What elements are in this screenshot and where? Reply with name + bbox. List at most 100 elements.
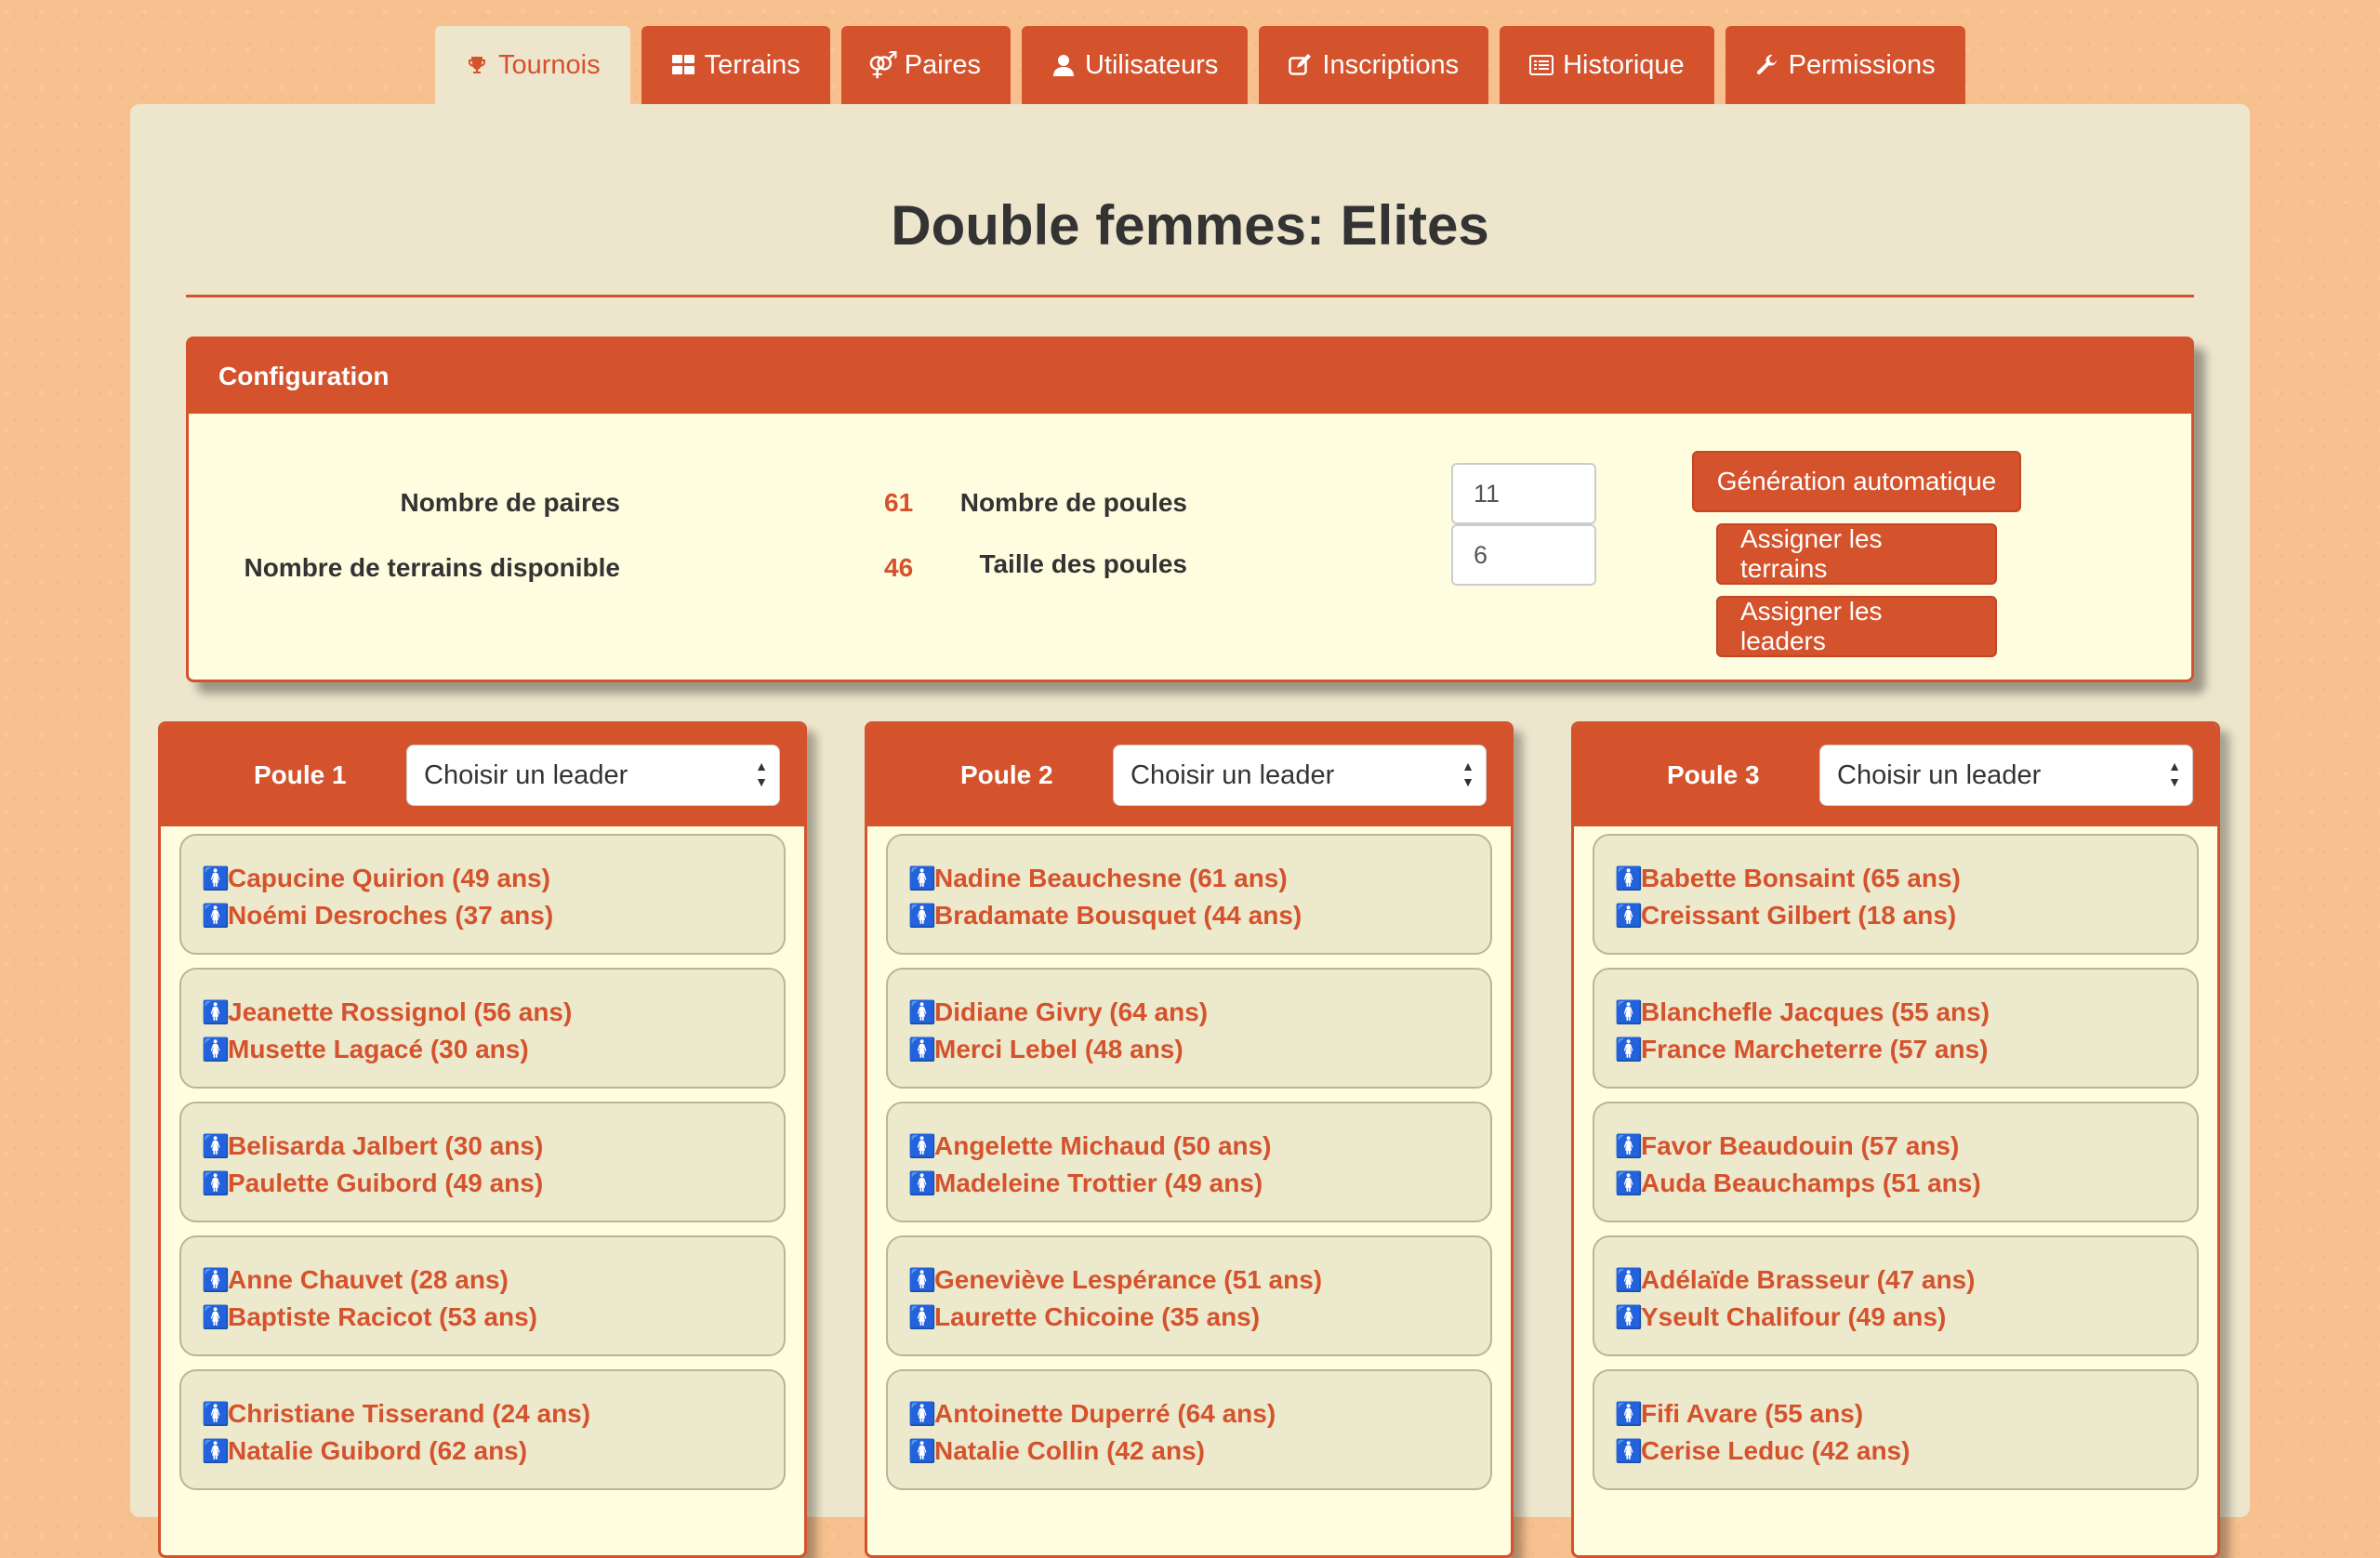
pool-size-label: Taille des poules (979, 549, 1187, 578)
player: 🚺 Belisarda Jalbert (30 ans) (202, 1128, 784, 1165)
player-name: Christiane Tisserand (24 ans) (228, 1399, 591, 1428)
female-icon: 🚺 (908, 865, 936, 891)
pool-header: Poule 2 Choisir un leader ▲ ▼ (867, 724, 1511, 826)
female-icon: 🚺 (908, 1036, 936, 1063)
tab-label: Permissions (1788, 49, 1936, 80)
player-name: Natalie Collin (42 ans) (934, 1436, 1205, 1465)
female-icon: 🚺 (1615, 1036, 1643, 1063)
player-name: Paulette Guibord (49 ans) (228, 1168, 544, 1197)
player-name: Musette Lagacé (30 ans) (228, 1035, 529, 1063)
leader-select[interactable]: Choisir un leader ▲ ▼ (406, 745, 780, 806)
player-name: Geneviève Lespérance (51 ans) (934, 1265, 1323, 1294)
pool-card: Poule 2 Choisir un leader ▲ ▼ 🚺 Nadine Bea… (865, 721, 1514, 1558)
player: 🚺 Anne Chauvet (28 ans) (202, 1261, 784, 1299)
tab-terrains[interactable]: Terrains (641, 26, 830, 104)
female-icon: 🚺 (908, 1438, 936, 1464)
pool-header: Poule 3 Choisir un leader ▲ ▼ (1574, 724, 2217, 826)
pool-card: Poule 1 Choisir un leader ▲ ▼ 🚺 Capucine Q… (158, 721, 807, 1558)
pair-card[interactable]: 🚺 Nadine Beauchesne (61 ans) 🚺 Bradamate B… (886, 834, 1492, 955)
leader-select[interactable]: Choisir un leader ▲ ▼ (1819, 745, 2193, 806)
pair-card[interactable]: 🚺 Jeanette Rossignol (56 ans) 🚺 Musette La… (179, 968, 786, 1089)
player-name: Jeanette Rossignol (56 ans) (228, 997, 573, 1026)
leader-select[interactable]: Choisir un leader ▲ ▼ (1113, 745, 1487, 806)
tab-tournois[interactable]: Tournois (435, 26, 630, 104)
assign-leaders-button[interactable]: Assigner les leaders (1716, 596, 1997, 657)
female-icon: 🚺 (1615, 1267, 1643, 1293)
female-icon: 🚺 (202, 865, 230, 891)
tab-historique[interactable]: Historique (1500, 26, 1714, 104)
pair-card[interactable]: 🚺 Didiane Givry (64 ans) 🚺 Merci Lebel (48… (886, 968, 1492, 1089)
pair-card[interactable]: 🚺 Adélaïde Brasseur (47 ans) 🚺 Yseult Chal… (1593, 1235, 2199, 1356)
pool-title: Poule 1 (254, 760, 347, 789)
player-name: Natalie Guibord (62 ans) (228, 1436, 528, 1465)
player-name: Antoinette Duperré (64 ans) (934, 1399, 1276, 1428)
player: 🚺 Capucine Quirion (49 ans) (202, 860, 784, 897)
pair-card[interactable]: 🚺 Antoinette Duperré (64 ans) 🚺 Natalie Co… (886, 1369, 1492, 1490)
leader-select-value: Choisir un leader (424, 759, 628, 790)
pools-count-input[interactable]: 11 (1451, 463, 1596, 524)
player-name: Babette Bonsaint (65 ans) (1641, 864, 1961, 892)
pair-card[interactable]: 🚺 Favor Beaudouin (57 ans) 🚺 Auda Beaucham… (1593, 1102, 2199, 1222)
female-icon: 🚺 (1615, 1401, 1643, 1427)
player: 🚺 Paulette Guibord (49 ans) (202, 1165, 784, 1202)
player: 🚺 Natalie Guibord (62 ans) (202, 1433, 784, 1470)
female-icon: 🚺 (908, 903, 936, 929)
pool-size-input[interactable]: 6 (1451, 524, 1596, 586)
player-name: Bradamate Bousquet (44 ans) (934, 901, 1302, 930)
female-icon: 🚺 (1615, 1304, 1643, 1330)
leader-select-value: Choisir un leader (1837, 759, 2042, 790)
player: 🚺 Antoinette Duperré (64 ans) (908, 1395, 1490, 1433)
player: 🚺 Laurette Chicoine (35 ans) (908, 1299, 1490, 1336)
player: 🚺 France Marcheterre (57 ans) (1615, 1031, 2197, 1068)
player-name: Capucine Quirion (49 ans) (228, 864, 550, 892)
pool-title: Poule 2 (960, 760, 1053, 789)
player: 🚺 Christiane Tisserand (24 ans) (202, 1395, 784, 1433)
female-icon: 🚺 (1615, 1133, 1643, 1159)
list-icon (1529, 53, 1554, 77)
title-divider (186, 295, 2194, 297)
player: 🚺 Yseult Chalifour (49 ans) (1615, 1299, 2197, 1336)
player: 🚺 Cerise Leduc (42 ans) (1615, 1433, 2197, 1470)
auto-generate-button[interactable]: Génération automatique (1692, 451, 2021, 512)
wrench-icon (1755, 53, 1779, 77)
pair-card[interactable]: 🚺 Fifi Avare (55 ans) 🚺 Cerise Leduc (42 a… (1593, 1369, 2199, 1490)
main-tabs: Tournois Terrains ⚤ Paires Utilisateurs … (435, 26, 1965, 104)
player: 🚺 Musette Lagacé (30 ans) (202, 1031, 784, 1068)
tab-label: Historique (1563, 49, 1685, 80)
player: 🚺 Babette Bonsaint (65 ans) (1615, 860, 2197, 897)
player-name: Auda Beauchamps (51 ans) (1641, 1168, 1981, 1197)
pair-card[interactable]: 🚺 Babette Bonsaint (65 ans) 🚺 Creissant Gi… (1593, 834, 2199, 955)
player: 🚺 Fifi Avare (55 ans) (1615, 1395, 2197, 1433)
player: 🚺 Creissant Gilbert (18 ans) (1615, 897, 2197, 934)
pair-card[interactable]: 🚺 Belisarda Jalbert (30 ans) 🚺 Paulette Gu… (179, 1102, 786, 1222)
tab-inscriptions[interactable]: Inscriptions (1259, 26, 1489, 104)
pair-card[interactable]: 🚺 Geneviève Lespérance (51 ans) 🚺 Laurette… (886, 1235, 1492, 1356)
assign-courts-button[interactable]: Assigner les terrains (1716, 523, 1997, 585)
page-title: Double femmes: Elites (891, 194, 1489, 257)
player: 🚺 Natalie Collin (42 ans) (908, 1433, 1490, 1470)
player: 🚺 Auda Beauchamps (51 ans) (1615, 1165, 2197, 1202)
female-icon: 🚺 (202, 1133, 230, 1159)
player-name: Yseult Chalifour (49 ans) (1641, 1302, 1947, 1331)
pair-card[interactable]: 🚺 Anne Chauvet (28 ans) 🚺 Baptiste Racicot… (179, 1235, 786, 1356)
player: 🚺 Bradamate Bousquet (44 ans) (908, 897, 1490, 934)
player-name: Didiane Givry (64 ans) (934, 997, 1209, 1026)
player: 🚺 Noémi Desroches (37 ans) (202, 897, 784, 934)
pair-card[interactable]: 🚺 Capucine Quirion (49 ans) 🚺 Noémi Desroc… (179, 834, 786, 955)
tab-paires[interactable]: ⚤ Paires (840, 26, 1011, 104)
pair-card[interactable]: 🚺 Christiane Tisserand (24 ans) 🚺 Natalie … (179, 1369, 786, 1490)
player: 🚺 Didiane Givry (64 ans) (908, 994, 1490, 1031)
player: 🚺 Baptiste Racicot (53 ans) (202, 1299, 784, 1336)
player-name: Merci Lebel (48 ans) (934, 1035, 1183, 1063)
pair-card[interactable]: 🚺 Blanchefle Jacques (55 ans) 🚺 France Mar… (1593, 968, 2199, 1089)
player-name: Baptiste Racicot (53 ans) (228, 1302, 537, 1331)
female-icon: 🚺 (202, 1036, 230, 1063)
tab-permissions[interactable]: Permissions (1725, 26, 1965, 104)
user-icon (1051, 53, 1076, 77)
female-icon: 🚺 (908, 1401, 936, 1427)
tab-label: Tournois (498, 49, 601, 80)
pairs-count-value: 61 (884, 488, 914, 517)
pair-card[interactable]: 🚺 Angelette Michaud (50 ans) 🚺 Madeleine T… (886, 1102, 1492, 1222)
player: 🚺 Nadine Beauchesne (61 ans) (908, 860, 1490, 897)
tab-utilisateurs[interactable]: Utilisateurs (1021, 26, 1249, 104)
